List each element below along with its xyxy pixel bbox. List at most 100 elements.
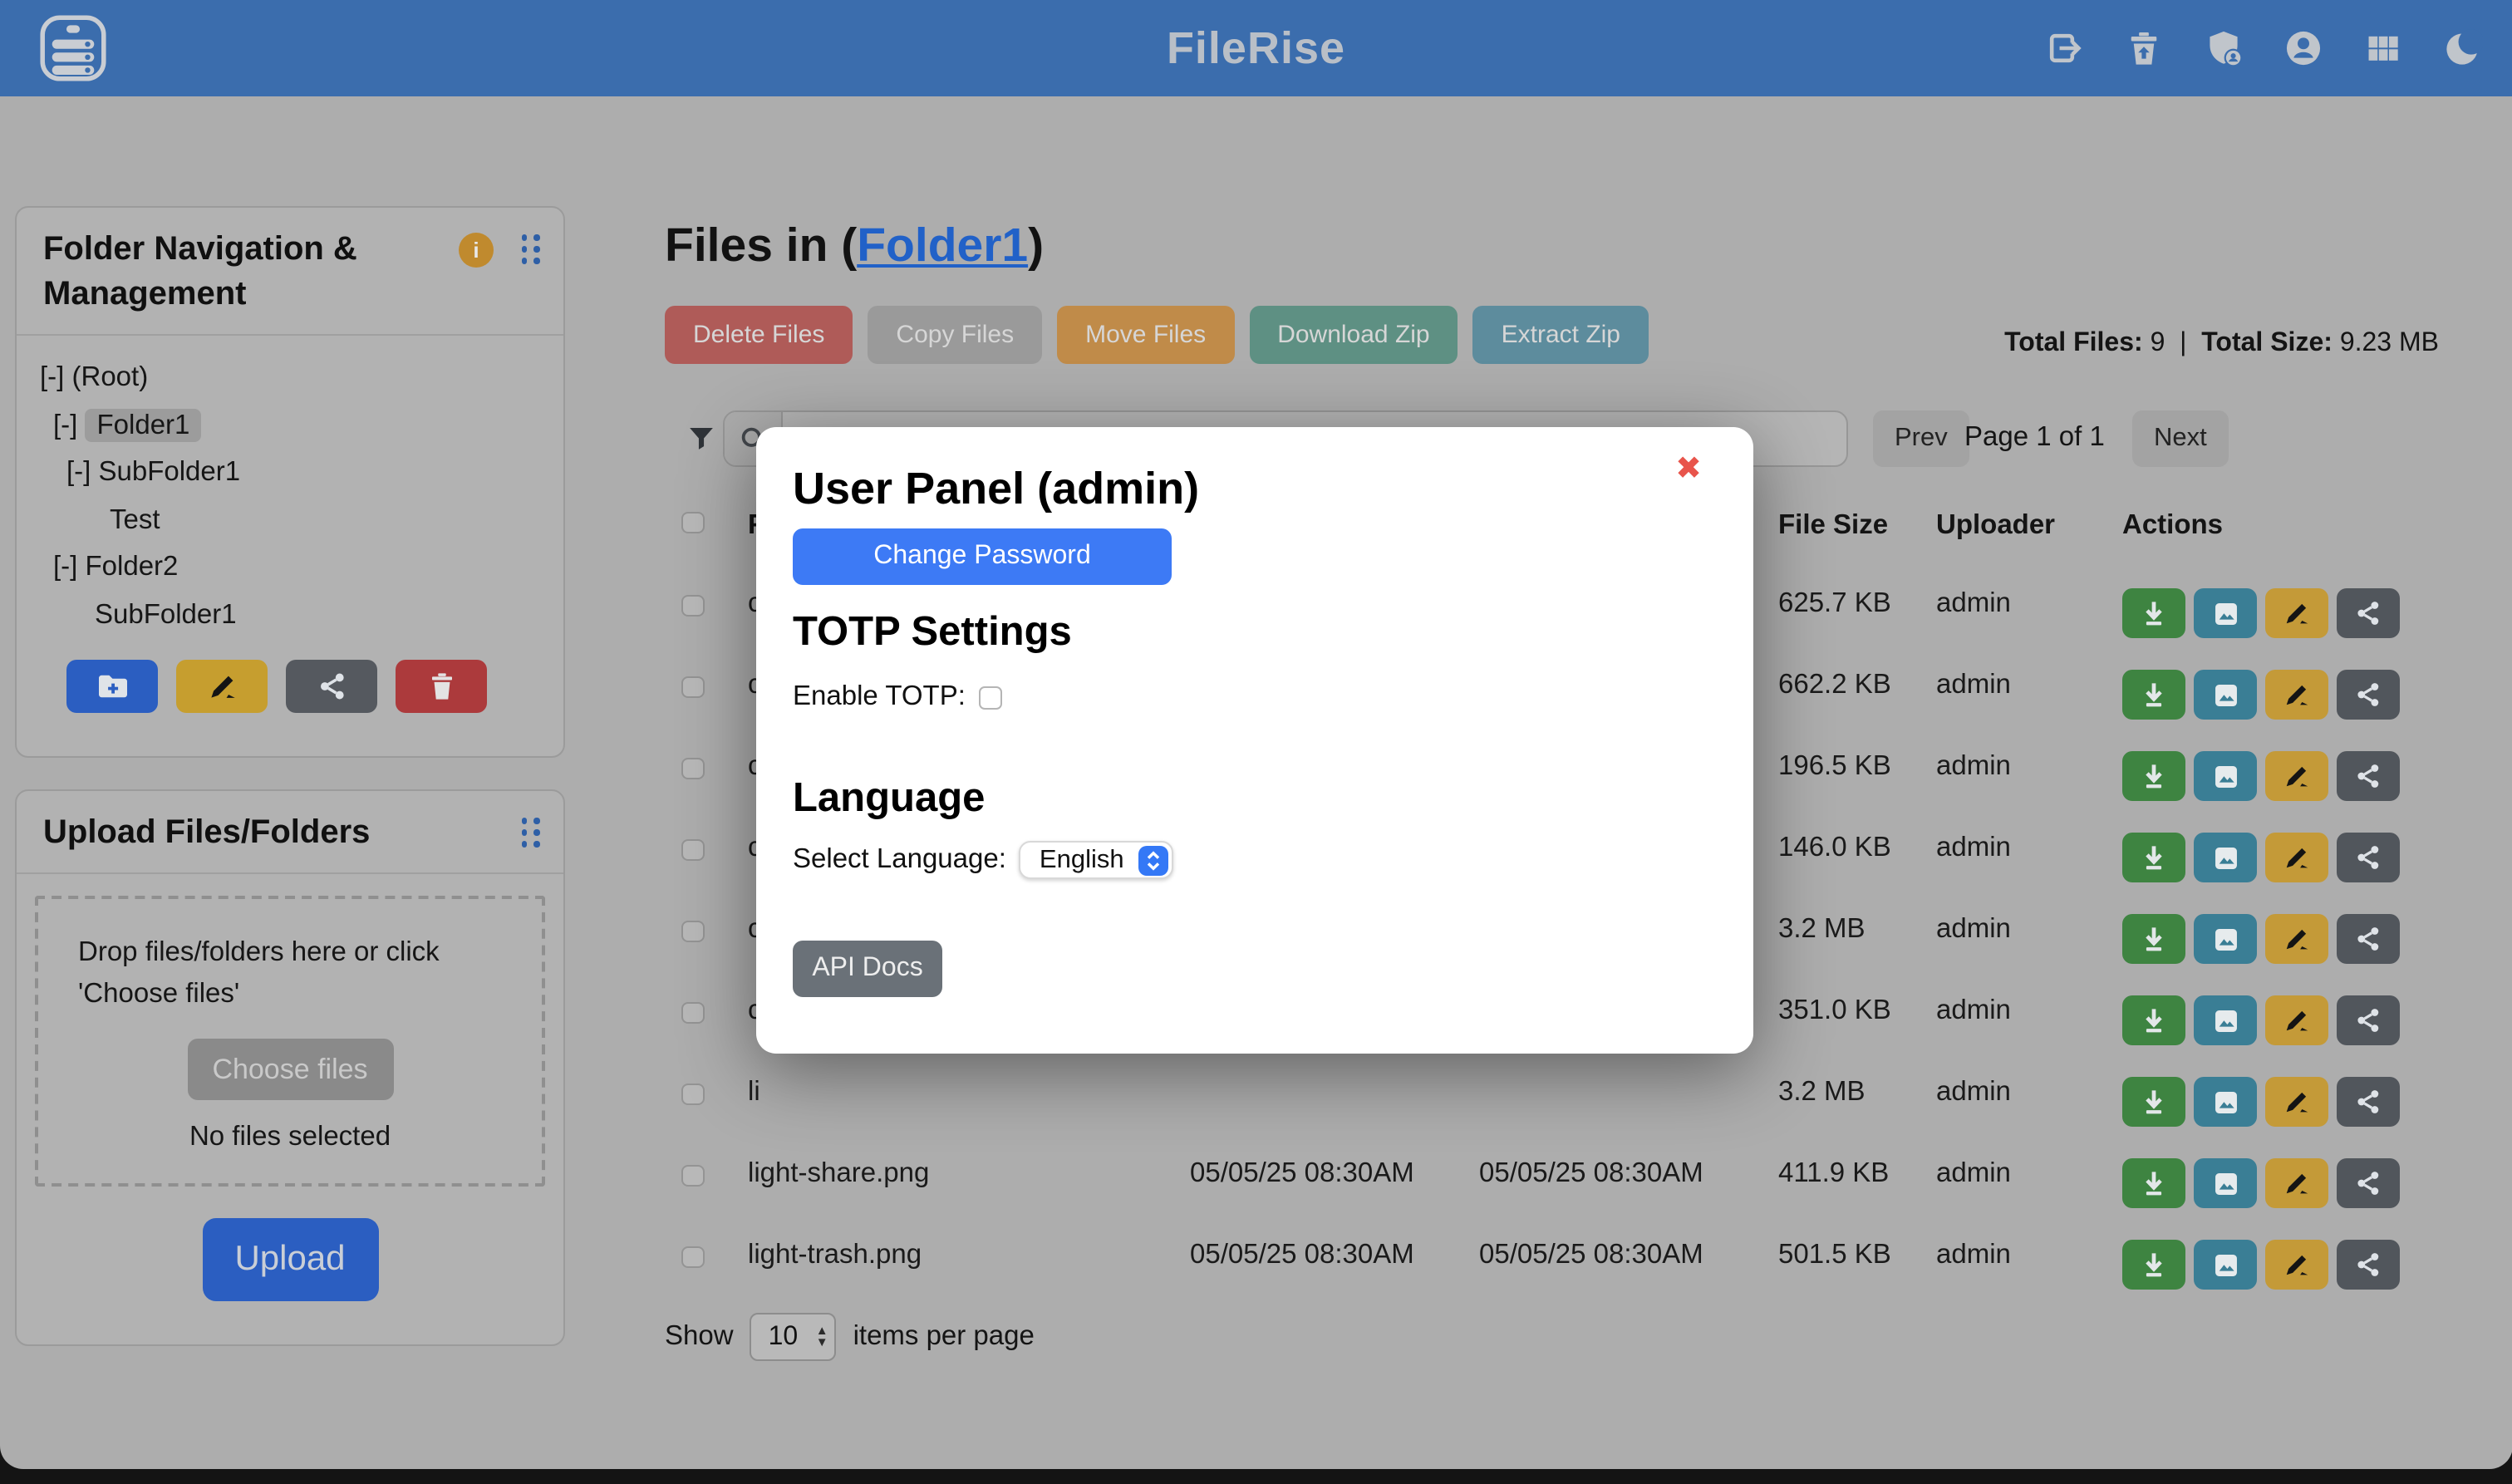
header-actions <box>2043 0 2482 96</box>
image-icon <box>2210 842 2241 873</box>
row-actions <box>2122 1240 2400 1290</box>
upload-button[interactable]: Upload <box>202 1218 378 1301</box>
copy-files-button[interactable]: Copy Files <box>868 306 1042 364</box>
row-checkbox[interactable] <box>681 758 705 779</box>
download-button[interactable] <box>2122 1240 2185 1290</box>
open-in-icon[interactable] <box>2043 28 2083 68</box>
row-actions <box>2122 833 2400 882</box>
per-page-stepper[interactable]: 10 ▲▼ <box>750 1313 837 1361</box>
admin-shield-icon[interactable] <box>2203 28 2243 68</box>
file-name[interactable]: light-trash.png <box>748 1240 922 1271</box>
preview-button[interactable] <box>2194 914 2257 964</box>
tree-item-test[interactable]: Test <box>17 496 563 543</box>
move-files-button[interactable]: Move Files <box>1057 306 1234 364</box>
prev-page-button[interactable]: Prev <box>1873 410 1969 467</box>
download-button[interactable] <box>2122 1077 2185 1127</box>
edit-button[interactable] <box>2265 1077 2328 1127</box>
preview-button[interactable] <box>2194 1077 2257 1127</box>
share-button[interactable] <box>2337 588 2400 638</box>
tree-item-root[interactable]: [-] (Root) <box>17 354 563 401</box>
edit-button[interactable] <box>2265 914 2328 964</box>
share-button[interactable] <box>2337 995 2400 1045</box>
file-size: 501.5 KB <box>1778 1240 1891 1271</box>
share-button[interactable] <box>2337 1240 2400 1290</box>
preview-button[interactable] <box>2194 751 2257 801</box>
apps-grid-icon[interactable] <box>2362 28 2402 68</box>
download-button[interactable] <box>2122 588 2185 638</box>
select-all-checkbox[interactable] <box>681 512 705 533</box>
row-checkbox[interactable] <box>681 839 705 860</box>
delete-folder-button[interactable] <box>396 660 487 713</box>
edit-button[interactable] <box>2265 751 2328 801</box>
upload-dropzone[interactable]: Drop files/folders here or click 'Choose… <box>35 896 545 1187</box>
share-folder-button[interactable] <box>286 660 377 713</box>
change-password-button[interactable]: Change Password <box>793 528 1172 585</box>
close-icon[interactable]: ✖ <box>1665 449 1712 490</box>
share-button[interactable] <box>2337 670 2400 720</box>
info-icon[interactable]: i <box>459 233 494 268</box>
download-button[interactable] <box>2122 995 2185 1045</box>
preview-button[interactable] <box>2194 1240 2257 1290</box>
share-button[interactable] <box>2337 1158 2400 1208</box>
language-heading: Language <box>793 776 985 823</box>
preview-button[interactable] <box>2194 995 2257 1045</box>
trash-icon <box>425 670 458 703</box>
next-page-button[interactable]: Next <box>2132 410 2229 467</box>
extract-zip-button[interactable]: Extract Zip <box>1473 306 1649 364</box>
preview-button[interactable] <box>2194 833 2257 882</box>
row-checkbox[interactable] <box>681 921 705 941</box>
share-button[interactable] <box>2337 833 2400 882</box>
preview-button[interactable] <box>2194 588 2257 638</box>
edit-button[interactable] <box>2265 1158 2328 1208</box>
row-checkbox[interactable] <box>681 1084 705 1104</box>
tree-item-subfolder1[interactable]: [-] SubFolder1 <box>17 449 563 496</box>
dark-mode-icon[interactable] <box>2442 28 2482 68</box>
column-file-size[interactable]: File Size <box>1778 510 1888 542</box>
preview-button[interactable] <box>2194 1158 2257 1208</box>
edit-button[interactable] <box>2265 833 2328 882</box>
drag-handle-icon[interactable] <box>521 234 540 264</box>
download-button[interactable] <box>2122 1158 2185 1208</box>
tree-item-folder2[interactable]: [-] Folder2 <box>17 543 563 591</box>
tree-item-folder1[interactable]: [-] Folder1 <box>17 401 563 449</box>
tree-item-subfolder1[interactable]: SubFolder1 <box>17 591 563 638</box>
file-name[interactable]: li <box>748 1077 760 1108</box>
create-folder-button[interactable] <box>66 660 158 713</box>
row-checkbox[interactable] <box>681 676 705 697</box>
row-checkbox[interactable] <box>681 1002 705 1023</box>
page-title: Files in (Folder1) <box>665 219 1044 274</box>
share-icon <box>315 670 348 703</box>
row-checkbox[interactable] <box>681 1165 705 1186</box>
row-checkbox[interactable] <box>681 1246 705 1267</box>
api-docs-button[interactable]: API Docs <box>793 941 942 997</box>
language-select[interactable]: English <box>1020 841 1174 879</box>
share-button[interactable] <box>2337 751 2400 801</box>
filter-icon[interactable] <box>686 424 716 455</box>
row-checkbox[interactable] <box>681 595 705 616</box>
image-icon <box>2210 1086 2241 1118</box>
choose-files-button[interactable]: Choose files <box>187 1039 393 1100</box>
download-button[interactable] <box>2122 833 2185 882</box>
edit-button[interactable] <box>2265 995 2328 1045</box>
share-button[interactable] <box>2337 914 2400 964</box>
current-folder-link[interactable]: Folder1 <box>857 219 1028 273</box>
download-button[interactable] <box>2122 670 2185 720</box>
preview-button[interactable] <box>2194 670 2257 720</box>
row-actions <box>2122 670 2400 720</box>
file-name[interactable]: light-share.png <box>748 1158 929 1190</box>
rename-folder-button[interactable] <box>176 660 268 713</box>
download-button[interactable] <box>2122 751 2185 801</box>
file-size: 351.0 KB <box>1778 995 1891 1027</box>
column-uploader[interactable]: Uploader <box>1936 510 2055 542</box>
trash-restore-icon[interactable] <box>2123 28 2163 68</box>
edit-button[interactable] <box>2265 670 2328 720</box>
enable-totp-checkbox[interactable] <box>979 685 1002 709</box>
download-zip-button[interactable]: Download Zip <box>1249 306 1458 364</box>
edit-button[interactable] <box>2265 1240 2328 1290</box>
download-button[interactable] <box>2122 914 2185 964</box>
delete-files-button[interactable]: Delete Files <box>665 306 853 364</box>
edit-button[interactable] <box>2265 588 2328 638</box>
account-icon[interactable] <box>2283 28 2323 68</box>
share-button[interactable] <box>2337 1077 2400 1127</box>
drag-handle-icon[interactable] <box>521 818 540 848</box>
